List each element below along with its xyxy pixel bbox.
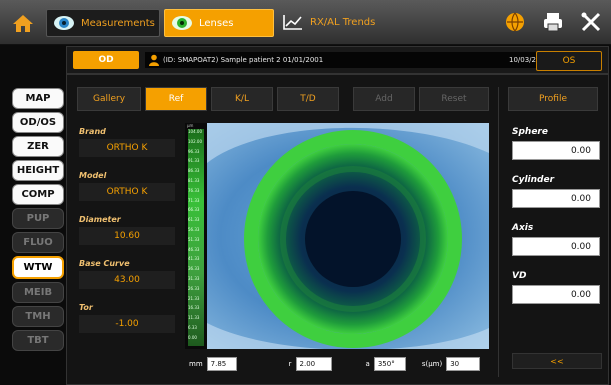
base-curve-field[interactable]: 43.00 [79, 271, 175, 289]
scale-tick-label: 76.33 [188, 187, 200, 193]
scale-tick-label: 21.33 [188, 295, 200, 301]
od-button[interactable]: OD [73, 51, 139, 69]
tab-lenses-label: Lenses [199, 17, 234, 29]
os-button[interactable]: OS [536, 51, 602, 71]
sidebar-item-comp[interactable]: COMP [12, 184, 64, 205]
sidebar-item-height[interactable]: HEIGHT [12, 160, 64, 181]
sidebar-item-od-os[interactable]: OD/OS [12, 112, 64, 133]
scale-tick-label: 66.33 [188, 207, 200, 213]
a-label: a [365, 360, 370, 368]
lens-icon [171, 14, 193, 32]
divider [498, 87, 499, 377]
scale-tick-label: 11.33 [188, 315, 200, 321]
collapse-button[interactable]: << [512, 353, 602, 369]
reset-button: Reset [419, 87, 489, 111]
tab-lenses[interactable]: Lenses [164, 9, 274, 37]
axis-field[interactable]: 0.00 [512, 237, 600, 256]
scale-ticks: 104.00 102.00 96.33 91.33 86.33 81.33 76.33 71.… [188, 129, 204, 345]
tab-measurements[interactable]: Measurements [46, 9, 160, 37]
patient-name: (ID: SMAPOAT2) Sample patient 2 01/01/20… [163, 56, 324, 64]
home-icon[interactable] [11, 13, 35, 33]
cylinder-field[interactable]: 0.00 [512, 189, 600, 208]
sidebar-menu: MAP OD/OS ZER HEIGHT COMP PUP FLUO WTW M… [12, 88, 64, 354]
sidebar-item-meib: MEIB [12, 282, 64, 303]
print-icon[interactable] [541, 10, 565, 34]
mm-field[interactable]: 7.85 [206, 357, 237, 371]
trend-chart-icon [282, 13, 304, 31]
tools-icon[interactable] [579, 10, 603, 34]
brand-label: Brand [79, 127, 106, 136]
scale-unit: µm [187, 123, 194, 128]
model-label: Model [79, 171, 107, 180]
scale-tick-label: 86.33 [188, 168, 200, 174]
lens-toolbar: Gallery Ref K/L T/D Add Reset [77, 87, 489, 111]
scale-tick-label: 56.33 [188, 226, 200, 232]
add-button: Add [353, 87, 415, 111]
sidebar-item-map[interactable]: MAP [12, 88, 64, 109]
profile-button[interactable]: Profile [508, 87, 598, 111]
scale-tick-label: 51.33 [188, 236, 200, 242]
ref-button[interactable]: Ref [145, 87, 207, 111]
scale-tick-label: 46.33 [188, 246, 200, 252]
patient-info: (ID: SMAPOAT2) Sample patient 2 01/01/20… [145, 52, 597, 68]
sidebar-item-pup: PUP [12, 208, 64, 229]
sidebar-item-fluo: FLUO [12, 232, 64, 253]
tab-rx-al-trends[interactable]: RX/AL Trends [278, 9, 386, 35]
tor-label: Tor [79, 303, 93, 312]
scale-tick-label: 41.33 [188, 256, 200, 262]
td-button[interactable]: T/D [277, 87, 339, 111]
sidebar-item-zer[interactable]: ZER [12, 136, 64, 157]
tor-field[interactable]: -1.00 [79, 315, 175, 333]
diameter-label: Diameter [79, 215, 121, 224]
sphere-label: Sphere [512, 127, 548, 137]
model-field[interactable]: ORTHO K [79, 183, 175, 201]
gallery-button[interactable]: Gallery [77, 87, 141, 111]
top-navigation-bar: Measurements Lenses RX/AL Trends [0, 0, 611, 45]
sphere-field[interactable]: 0.00 [512, 141, 600, 160]
base-curve-label: Base Curve [79, 259, 130, 268]
scale-tick-label: 102.00 [188, 138, 202, 144]
eye-selection-bar: OD (ID: SMAPOAT2) Sample patient 2 01/01… [66, 46, 609, 74]
globe-icon[interactable] [503, 10, 527, 34]
r-field[interactable]: 2.00 [295, 357, 332, 371]
r-label: r [288, 360, 292, 368]
lens-readouts: mm 7.85 r 2.00 a 350° s(µm) 30 [185, 355, 489, 373]
scale-tick-label: 81.33 [188, 177, 200, 183]
s-label: s(µm) [421, 360, 443, 368]
lens-fit-viewer[interactable]: µm 104.00 102.00 96.33 91.33 86.33 81.33 76.33… [185, 123, 489, 349]
scale-tick-label: 16.33 [188, 305, 200, 311]
measurements-icon [53, 14, 75, 32]
scale-tick-label: 31.33 [188, 275, 200, 281]
scale-tick-label: 36.33 [188, 266, 200, 272]
s-field[interactable]: 30 [446, 357, 481, 371]
diameter-field[interactable]: 10.60 [79, 227, 175, 245]
scale-tick-label: 61.33 [188, 217, 200, 223]
scale-tick-label: 0.00 [188, 334, 197, 340]
brand-field[interactable]: ORTHO K [79, 139, 175, 157]
scale-tick-label: 26.33 [188, 285, 200, 291]
refraction-parameters: Sphere 0.00 Cylinder 0.00 Axis 0.00 VD 0… [512, 127, 600, 319]
scale-tick-label: 6.33 [188, 324, 197, 330]
lens-parameters: Brand ORTHO K Model ORTHO K Diameter 10.… [79, 127, 175, 347]
vd-label: VD [512, 271, 527, 281]
eye-image [185, 123, 489, 349]
scale-tick-label: 104.00 [188, 129, 202, 134]
scale-tick-label: 91.33 [188, 158, 200, 164]
vd-field[interactable]: 0.00 [512, 285, 600, 304]
a-field[interactable]: 350° [373, 357, 406, 371]
fluorescein-scale: µm 104.00 102.00 96.33 91.33 86.33 81.33 76.33… [185, 123, 207, 349]
kl-button[interactable]: K/L [211, 87, 273, 111]
user-icon [149, 54, 159, 66]
tab-rx-al-trends-label: RX/AL Trends [310, 16, 376, 28]
cylinder-label: Cylinder [512, 175, 555, 185]
scale-tick-label: 96.33 [188, 148, 200, 154]
sidebar-item-tbt: TBT [12, 330, 64, 351]
scale-tick-label: 71.33 [188, 197, 200, 203]
tab-measurements-label: Measurements [81, 17, 155, 29]
sidebar-item-wtw[interactable]: WTW [12, 256, 64, 279]
sidebar-item-tmh: TMH [12, 306, 64, 327]
mm-label: mm [189, 360, 203, 368]
lens-panel: Gallery Ref K/L T/D Add Reset Profile Br… [66, 74, 609, 385]
axis-label: Axis [512, 223, 534, 233]
